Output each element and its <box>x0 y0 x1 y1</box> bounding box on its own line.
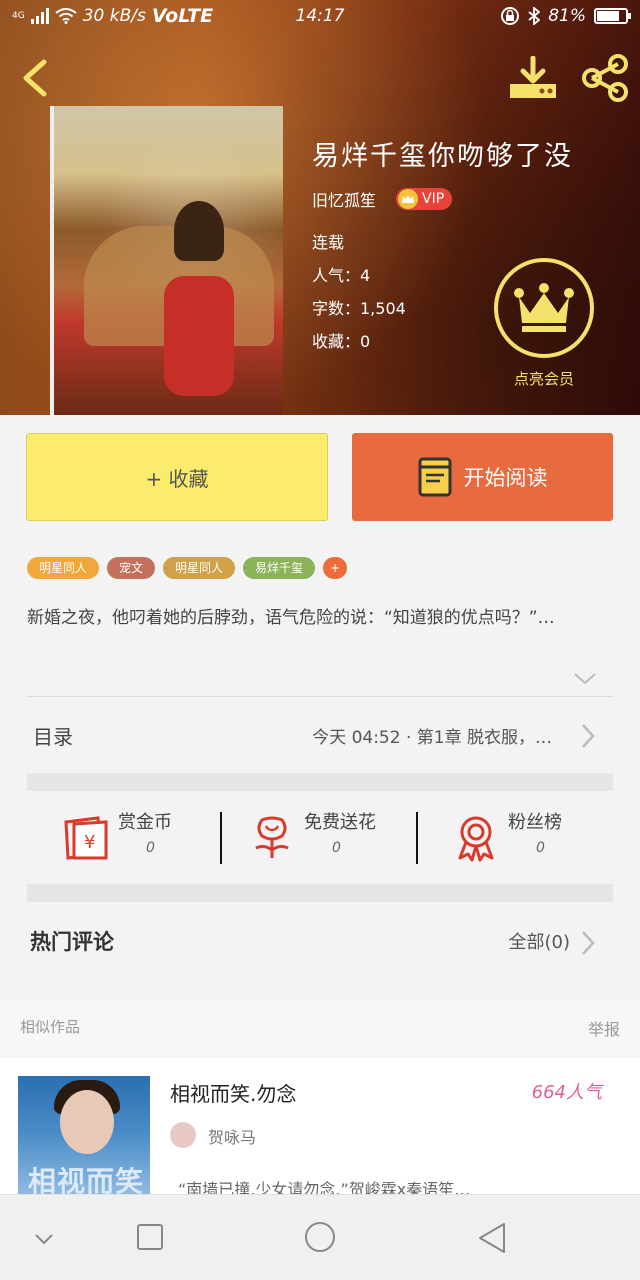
similar-book-author: 贺咏马 <box>208 1128 257 1147</box>
wifi-icon <box>55 8 77 24</box>
status-bar: 4G 30 kB/s VoLTE 14:17 81% <box>0 0 640 32</box>
table-of-contents-row[interactable]: 目录 今天 04:52 · 第1章 脱衣服，… <box>0 697 640 775</box>
book-author[interactable]: 旧忆孤笙 <box>312 187 376 211</box>
bluetooth-icon <box>528 7 541 25</box>
report-link[interactable]: 举报 <box>588 1016 620 1040</box>
chevron-right-icon[interactable] <box>578 928 598 958</box>
reward-flowers[interactable]: 免费送花 0 <box>248 806 408 870</box>
svg-text:¥: ¥ <box>84 832 95 853</box>
member-label[interactable]: 点亮会员 <box>494 368 594 389</box>
battery-percent: 81% <box>548 6 586 26</box>
start-reading-label: 开始阅读 <box>463 466 548 490</box>
member-button[interactable] <box>494 258 594 358</box>
cover-title-art: 相视而笑 <box>28 1165 145 1198</box>
latest-chapter: 今天 04:52 · 第1章 脱衣服，… <box>312 728 552 748</box>
reward-name: 免费送花 <box>304 812 376 833</box>
reward-fan-ranking[interactable]: 粉丝榜 0 <box>452 806 592 870</box>
book-word-count: 字数：1,504 <box>312 299 406 318</box>
reward-count: 0 <box>146 840 155 856</box>
add-tag-button[interactable]: + <box>323 557 348 579</box>
book-favorites: 收藏：0 <box>312 332 371 351</box>
similar-book-popularity: 664人气 <box>531 1082 602 1103</box>
book-summary: 新婚之夜，他叼着她的后脖劲，语气危险的说：“知道狼的优点吗？”… <box>27 608 555 628</box>
all-comments-link[interactable]: 全部(0) <box>509 928 571 954</box>
reward-coins[interactable]: ¥ 赏金币 0 <box>62 806 202 870</box>
reward-divider <box>220 812 222 864</box>
signal-icon <box>30 8 49 24</box>
book-popularity: 人气：4 <box>312 266 371 285</box>
author-row: 旧忆孤笙 VIP <box>312 187 453 211</box>
similar-book-title: 相视而笑.勿念 <box>170 1082 297 1106</box>
back-button[interactable] <box>18 58 54 98</box>
hot-comments-title: 热门评论 <box>30 930 114 954</box>
reward-name: 粉丝榜 <box>508 812 562 833</box>
clock: 14:17 <box>295 6 345 26</box>
share-button[interactable] <box>580 54 630 102</box>
avatar <box>170 1122 196 1148</box>
similar-book-cover: 相视而笑 <box>18 1076 150 1198</box>
collect-button-label: + 收藏 <box>145 466 209 491</box>
tag[interactable]: 明星同人 <box>163 557 236 579</box>
battery-icon <box>594 8 631 24</box>
rotation-lock-icon <box>501 7 520 25</box>
book-cover-image <box>50 106 283 415</box>
vip-label: VIP <box>422 191 445 207</box>
collect-button[interactable]: + 收藏 <box>26 433 328 521</box>
book-meta: 连载 人气：4 字数：1,504 收藏：0 <box>312 232 406 364</box>
medal-icon <box>458 816 494 862</box>
tag[interactable]: 易烊千玺 <box>243 557 316 579</box>
similar-book-card[interactable]: 相视而笑 相视而笑.勿念 664人气 贺咏马 “南墙已撞,少女请勿念.”贺峻霖x… <box>0 1058 640 1198</box>
vip-crown-icon <box>398 189 419 209</box>
network-speed: 30 kB/s <box>82 6 146 26</box>
book-icon <box>418 457 451 497</box>
tag[interactable]: 明星同人 <box>27 557 100 579</box>
tag[interactable]: 宠文 <box>107 557 156 579</box>
expand-chevron-icon[interactable] <box>572 668 598 688</box>
hot-comments-row: 热门评论 全部(0) <box>0 902 640 980</box>
download-icon <box>510 55 556 98</box>
cover-face <box>60 1090 114 1154</box>
recent-apps-icon[interactable] <box>130 1221 170 1255</box>
reward-count: 0 <box>332 840 341 856</box>
battery-fill <box>597 11 620 21</box>
reward-count: 0 <box>536 840 545 856</box>
reward-divider <box>416 812 418 864</box>
start-reading-button[interactable]: 开始阅读 <box>352 433 613 521</box>
home-icon[interactable] <box>300 1221 340 1255</box>
cover-person <box>174 201 224 261</box>
book-status: 连载 <box>312 233 345 252</box>
tag-list: 明星同人 宠文 明星同人 易烊千玺 + <box>27 557 348 579</box>
crown-icon <box>514 283 574 332</box>
similar-works-header: 相似作品 举报 <box>0 1000 640 1056</box>
section-separator <box>27 884 613 902</box>
back-triangle-icon[interactable] <box>472 1221 512 1255</box>
back-arrow-icon <box>23 59 47 97</box>
book-title: 易烊千玺你吻够了没 <box>312 141 573 172</box>
toc-label: 目录 <box>33 725 73 749</box>
network-type: 4G <box>12 10 25 21</box>
system-nav-bar <box>0 1194 640 1280</box>
cover-person-legs <box>164 276 234 396</box>
chevron-down-icon[interactable] <box>24 1221 64 1255</box>
reward-name: 赏金币 <box>118 812 172 833</box>
similar-works-label: 相似作品 <box>20 1018 81 1036</box>
share-icon <box>582 54 628 102</box>
flower-icon <box>255 816 289 858</box>
volte-indicator: VoLTE <box>151 5 214 27</box>
book-header: 易烊千玺你吻够了没 旧忆孤笙 VIP 连载 人气：4 字数：1,504 收藏：0… <box>0 0 640 415</box>
chevron-right-icon <box>582 724 595 748</box>
vip-badge: VIP <box>396 188 453 210</box>
download-button[interactable] <box>508 55 558 100</box>
red-envelope-icon: ¥ <box>64 816 108 860</box>
section-separator <box>27 773 613 791</box>
rewards-row: ¥ 赏金币 0 免费送花 0 粉丝榜 0 <box>0 792 640 884</box>
